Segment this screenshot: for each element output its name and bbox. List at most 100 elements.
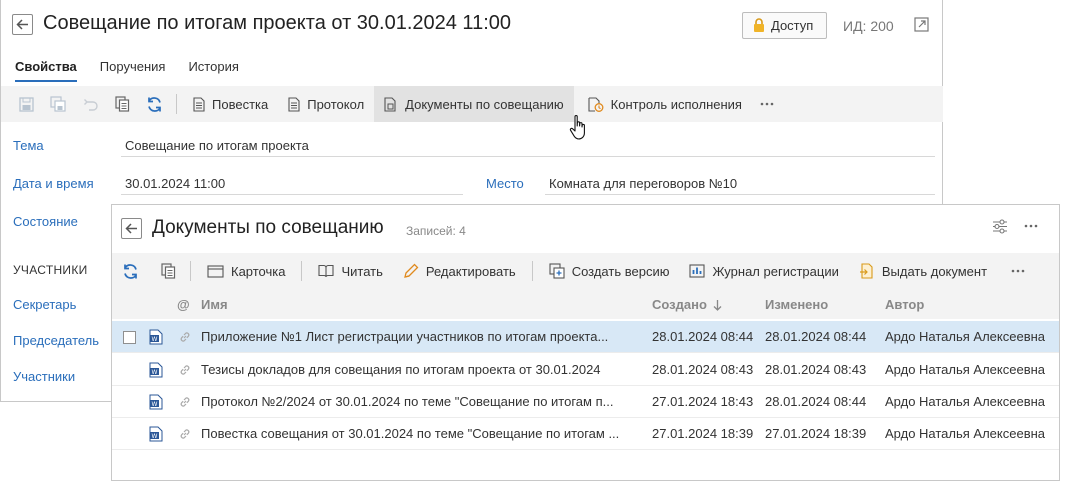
row-created: 28.01.2024 08:44 xyxy=(652,329,754,344)
word-document-icon: W xyxy=(149,329,163,345)
row-author: Ардо Наталья Алексеевна xyxy=(885,329,1046,344)
save-as-button[interactable] xyxy=(42,86,74,122)
column-modified[interactable]: Изменено xyxy=(765,297,828,312)
book-icon xyxy=(318,264,335,278)
access-button[interactable]: Доступ xyxy=(742,12,827,39)
table-row[interactable]: W Тезисы докладов для совещания по итога… xyxy=(112,354,1059,386)
row-name: Тезисы докладов для совещания по итогам … xyxy=(201,362,601,377)
protocol-button[interactable]: Протокол xyxy=(278,86,374,122)
link-icon xyxy=(179,428,191,440)
documents-back-button[interactable] xyxy=(121,218,142,239)
undo-icon xyxy=(83,98,98,111)
read-button[interactable]: Читать xyxy=(308,253,392,289)
link-icon xyxy=(179,396,191,408)
save-icon xyxy=(18,96,34,112)
tab-assignments[interactable]: Поручения xyxy=(100,59,166,82)
refresh-button[interactable] xyxy=(138,86,170,122)
row-modified: 28.01.2024 08:44 xyxy=(765,329,867,344)
execution-control-button[interactable]: Контроль исполнения xyxy=(578,86,752,122)
document-attachment-icon xyxy=(384,96,398,112)
access-button-label: Доступ xyxy=(771,18,814,33)
documents-more-button[interactable] xyxy=(1003,253,1033,289)
column-attachments[interactable]: @ xyxy=(177,297,190,312)
meeting-tabs: Свойства Поручения История xyxy=(15,59,262,82)
create-version-button[interactable]: Создать версию xyxy=(539,253,680,289)
document-icon xyxy=(193,96,205,112)
back-button[interactable] xyxy=(12,14,33,35)
row-name: Повестка совещания от 30.01.2024 по теме… xyxy=(201,426,620,441)
svg-text:W: W xyxy=(152,336,158,343)
refresh-icon xyxy=(146,96,163,113)
agenda-button[interactable]: Повестка xyxy=(183,86,278,122)
table-row[interactable]: W Повестка совещания от 30.01.2024 по те… xyxy=(112,418,1059,450)
row-author: Ардо Наталья Алексеевна xyxy=(885,362,1046,377)
column-name[interactable]: Имя xyxy=(201,297,228,312)
documents-copy-button[interactable] xyxy=(152,253,184,289)
word-document-icon: W xyxy=(149,426,163,442)
save-button[interactable] xyxy=(10,86,42,122)
open-external-icon[interactable] xyxy=(914,17,929,32)
topic-field[interactable]: Совещание по итогам проекта xyxy=(125,138,309,153)
page-title: Совещание по итогам проекта от 30.01.202… xyxy=(43,12,511,34)
row-created: 28.01.2024 08:43 xyxy=(652,362,754,377)
column-author[interactable]: Автор xyxy=(885,297,924,312)
control-clock-icon xyxy=(588,96,604,112)
hand-cursor-icon xyxy=(569,114,589,142)
more-icon xyxy=(760,102,774,106)
state-label: Состояние xyxy=(13,214,78,229)
place-label: Место xyxy=(486,176,524,191)
save-copy-icon xyxy=(50,96,66,112)
secretary-label: Секретарь xyxy=(13,297,77,312)
word-document-icon: W xyxy=(149,394,163,410)
issue-document-icon xyxy=(859,263,875,279)
more-icon[interactable] xyxy=(1024,217,1038,228)
documents-table-header: @ Имя Создано Изменено Автор xyxy=(112,289,1059,319)
topic-underline xyxy=(121,156,935,157)
datetime-underline xyxy=(121,194,463,195)
participants-section-title: УЧАСТНИКИ xyxy=(13,263,88,277)
more-actions-button[interactable] xyxy=(752,86,782,122)
table-row[interactable]: W Протокол №2/2024 от 30.01.2024 по теме… xyxy=(112,386,1059,418)
read-label: Читать xyxy=(341,263,383,279)
chairman-label: Председатель xyxy=(13,333,100,348)
create-version-label: Создать версию xyxy=(571,263,670,279)
copy-button[interactable] xyxy=(106,86,138,122)
card-icon xyxy=(207,264,224,278)
tab-history[interactable]: История xyxy=(188,59,238,82)
meeting-header: Совещание по итогам проекта от 30.01.202… xyxy=(1,0,942,50)
sliders-icon[interactable] xyxy=(992,219,1008,234)
undo-button[interactable] xyxy=(74,86,106,122)
row-name: Приложение №1 Лист регистрации участнико… xyxy=(201,329,609,344)
registration-journal-label: Журнал регистрации xyxy=(712,263,839,279)
sort-down-icon xyxy=(713,299,722,311)
column-created[interactable]: Создано xyxy=(652,297,722,312)
row-author: Ардо Наталья Алексеевна xyxy=(885,394,1046,409)
issue-document-label: Выдать документ xyxy=(881,263,988,279)
agenda-label: Повестка xyxy=(212,96,269,112)
tab-properties[interactable]: Свойства xyxy=(15,59,77,82)
link-icon xyxy=(179,364,191,376)
lock-icon xyxy=(753,18,765,33)
card-label: Карточка xyxy=(231,263,286,279)
table-row[interactable]: W Приложение №1 Лист регистрации участни… xyxy=(112,321,1059,353)
row-checkbox[interactable] xyxy=(123,331,136,344)
meeting-documents-button[interactable]: Документы по совещанию xyxy=(374,86,574,122)
toolbar-divider xyxy=(531,261,533,281)
card-button[interactable]: Карточка xyxy=(197,253,295,289)
arrow-left-icon xyxy=(125,223,138,234)
place-field[interactable]: Комната для переговоров №10 xyxy=(549,176,737,191)
word-document-icon: W xyxy=(149,362,163,378)
execution-control-label: Контроль исполнения xyxy=(610,96,742,112)
documents-refresh-button[interactable] xyxy=(114,253,146,289)
pencil-icon xyxy=(403,263,419,279)
edit-button[interactable]: Редактировать xyxy=(393,253,526,289)
more-icon xyxy=(1011,269,1025,273)
issue-document-button[interactable]: Выдать документ xyxy=(849,253,997,289)
refresh-icon xyxy=(122,263,139,280)
documents-window: Документы по совещанию Записей: 4 Карточ… xyxy=(111,204,1060,481)
datetime-field[interactable]: 30.01.2024 11:00 xyxy=(125,176,225,191)
document-icon xyxy=(288,96,300,112)
registration-journal-button[interactable]: Журнал регистрации xyxy=(679,253,848,289)
arrow-left-icon xyxy=(16,19,29,30)
svg-text:W: W xyxy=(152,433,158,440)
